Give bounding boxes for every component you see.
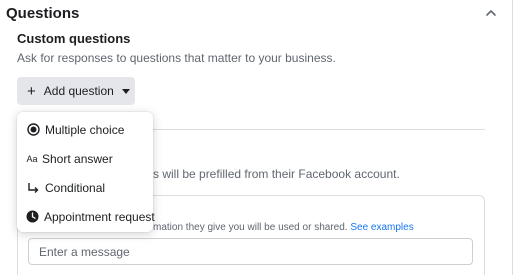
menu-item-label: Appointment request (44, 209, 155, 224)
questions-panel: Questions Custom questions Ask for respo… (0, 0, 516, 275)
menu-item-label: Short answer (42, 151, 113, 166)
menu-item-conditional[interactable]: Conditional (17, 173, 153, 202)
custom-questions-title: Custom questions (17, 31, 131, 46)
panel-edge-divider (512, 0, 513, 275)
see-examples-link[interactable]: See examples (350, 222, 413, 233)
radio-button-icon (26, 123, 40, 136)
menu-item-label: Multiple choice (45, 122, 125, 137)
add-question-button[interactable]: + Add question (17, 77, 135, 105)
add-question-label: Add question (43, 84, 114, 98)
conditional-arrow-icon (26, 181, 40, 194)
prefill-description: s will be prefilled from their Facebook … (153, 167, 400, 181)
text-aa-icon: Aa (26, 153, 38, 164)
menu-item-label: Conditional (45, 180, 106, 195)
message-input[interactable] (28, 238, 473, 265)
chevron-up-icon[interactable] (484, 6, 498, 20)
menu-item-short-answer[interactable]: Aa Short answer (17, 144, 153, 173)
custom-questions-subtitle: Ask for responses to questions that matt… (17, 51, 336, 65)
menu-item-appointment-request[interactable]: Appointment request (17, 202, 155, 231)
section-divider (152, 129, 485, 130)
plus-icon: + (27, 82, 36, 100)
privacy-note: mation they give you will be used or sha… (153, 222, 414, 233)
caret-down-icon (121, 88, 130, 94)
privacy-note-text: mation they give you will be used or sha… (153, 222, 348, 233)
question-type-menu: Multiple choice Aa Short answer Conditio… (17, 112, 155, 232)
section-title: Questions (6, 5, 80, 22)
clock-icon (26, 210, 39, 223)
menu-item-multiple-choice[interactable]: Multiple choice (17, 115, 153, 144)
